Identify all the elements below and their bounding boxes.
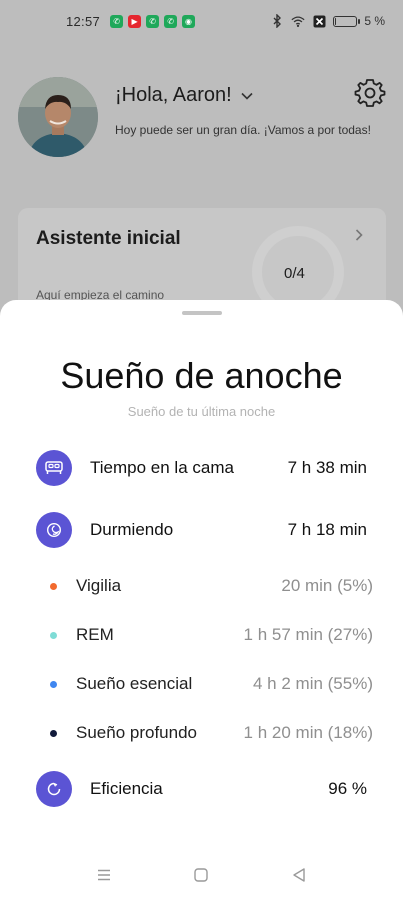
greeting-text: ¡Hola, Aaron! [115, 84, 232, 106]
status-time: 12:57 [66, 13, 101, 29]
awake-value: 20 min (5%) [281, 576, 373, 595]
efficiency-icon [36, 771, 72, 807]
chevron-down-icon [241, 92, 253, 100]
home-square-icon [194, 868, 209, 882]
notification-icons: ✆ ▶ ✆ ✆ ◉ [110, 14, 196, 28]
battery-icon [333, 15, 361, 27]
wifi-icon [291, 14, 305, 28]
bed-icon [36, 450, 72, 486]
time-in-bed-value: 7 h 38 min [287, 458, 367, 477]
sleeping-label: Durmiendo [90, 520, 174, 539]
home-nav-button[interactable] [192, 866, 210, 884]
avatar[interactable] [18, 77, 98, 157]
menu-nav-button[interactable] [95, 866, 113, 884]
awake-dot [50, 582, 57, 590]
moon-icon [36, 512, 72, 548]
deep-sleep-label: Sueño profundo [76, 723, 197, 742]
time-in-bed-label: Tiempo en la cama [90, 458, 234, 477]
efficiency-label: Eficiencia [90, 779, 163, 798]
whatsapp-icon: ✆ [146, 14, 160, 28]
profile-photo [18, 77, 98, 157]
efficiency-value: 96 % [328, 779, 367, 798]
stage-row-awake: Vigilia 20 min (5%) [50, 574, 373, 598]
battery-percentage: 5 % [364, 14, 385, 28]
core-sleep-value: 4 h 2 min (55%) [253, 674, 373, 693]
rem-dot [50, 631, 57, 639]
time-in-bed-row: Tiempo en la cama 7 h 38 min [36, 449, 367, 487]
stage-row-rem: REM 1 h 57 min (27%) [50, 623, 373, 647]
bluetooth-icon [270, 14, 284, 28]
rem-label: REM [76, 625, 114, 644]
status-bar: 12:57 ✆ ▶ ✆ ✆ ◉ 5 % [0, 0, 403, 42]
stage-row-core: Sueño esencial 4 h 2 min (55%) [50, 672, 373, 696]
card-progress: 0/4 [284, 265, 305, 282]
system-nav-bar [0, 850, 403, 900]
greeting-subtitle: Hoy puede ser un gran día. ¡Vamos a por … [115, 123, 371, 137]
awake-label: Vigilia [76, 576, 122, 595]
card-title: Asistente inicial [36, 228, 181, 249]
greeting-row[interactable]: ¡Hola, Aaron! [115, 84, 254, 107]
sheet-subtitle: Sueño de tu última noche [127, 404, 276, 419]
back-nav-button[interactable] [290, 866, 308, 884]
stage-row-deep: Sueño profundo 1 h 20 min (18%) [50, 721, 373, 745]
sheet-title: Sueño de anoche [60, 355, 343, 396]
gear-icon[interactable] [354, 77, 386, 109]
sleeping-row: Durmiendo 7 h 18 min [36, 511, 367, 549]
sleeping-value: 7 h 18 min [287, 520, 367, 539]
youtube-icon: ▶ [128, 14, 142, 28]
menu-icon [97, 869, 110, 881]
deep-sleep-dot [50, 729, 57, 737]
phone-app-icon: ◉ [182, 14, 196, 28]
rem-value: 1 h 57 min (27%) [243, 625, 373, 644]
no-signal-icon [312, 14, 326, 28]
whatsapp-icon: ✆ [164, 14, 178, 28]
efficiency-row: Eficiencia 96 % [36, 770, 367, 808]
chevron-right-icon [355, 229, 363, 241]
battery-level [335, 17, 337, 25]
back-triangle-icon [293, 868, 305, 882]
sleep-bottom-sheet: Sueño de anoche Sueño de tu última noche… [0, 300, 403, 900]
drag-handle[interactable] [182, 311, 222, 315]
deep-sleep-value: 1 h 20 min (18%) [243, 723, 373, 742]
core-sleep-label: Sueño esencial [76, 674, 193, 693]
core-sleep-dot [50, 680, 57, 688]
whatsapp-icon: ✆ [110, 14, 124, 28]
